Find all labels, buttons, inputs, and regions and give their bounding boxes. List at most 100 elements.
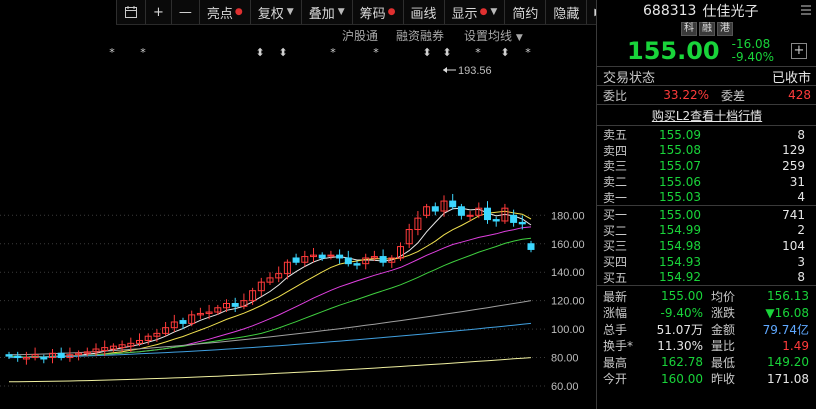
order-price: 155.03 <box>659 190 701 205</box>
zoom-out-button[interactable]: — <box>170 0 199 24</box>
trade-status-row: 交易状态 已收市 <box>597 67 816 86</box>
toolbar-adjust-button[interactable]: 复权 ▼ <box>249 0 301 24</box>
order-volume: 129 <box>782 143 805 158</box>
toolbar-label: 简约 <box>512 6 539 22</box>
stat-value: -9.40% <box>660 305 703 320</box>
weicha-label: 委差 <box>721 88 746 103</box>
stat-value: 155.00 <box>661 289 703 304</box>
order-row: 买四 154.93 3 <box>597 254 816 270</box>
toolbar-hide-button[interactable]: 隐藏 <box>545 0 586 24</box>
toolbar-label: 亮点 <box>206 6 233 22</box>
order-volume: 741 <box>782 207 805 222</box>
order-row: 卖四 155.08 129 <box>597 143 816 159</box>
stat-label: 最高 <box>603 355 628 370</box>
stat-row: 总手 51.07万 金额 79.74亿 <box>597 321 816 338</box>
tab-margin[interactable]: 融资融券 <box>396 27 444 44</box>
tab-hk-connect[interactable]: 沪股通 <box>342 27 378 44</box>
order-volume: 3 <box>797 254 805 269</box>
bid-list: 买一 155.00 741 买二 154.99 2 买三 154.98 104 买四 154.… <box>597 206 816 285</box>
event-marker[interactable]: * <box>330 46 336 59</box>
candle-body <box>292 257 300 263</box>
max-price-label: 193.56 <box>458 65 492 77</box>
ma-line <box>9 357 532 383</box>
stock-name: 仕佳光子 <box>702 4 759 20</box>
order-label: 卖五 <box>603 128 628 143</box>
toolbar-overlay-button[interactable]: 叠加 ▼ <box>300 0 352 24</box>
trade-status-value: 已收市 <box>771 70 811 86</box>
price-tick-label: 140.00 <box>551 267 585 279</box>
event-marker[interactable]: ⬍ <box>278 46 287 59</box>
l2-row: 购买L2查看十档行情 <box>597 105 816 125</box>
stat-row: 最新 155.00 均价 156.13 <box>597 288 816 305</box>
zoom-in-button[interactable]: + <box>145 0 171 24</box>
badge-margin: 融 <box>699 22 715 36</box>
event-marker[interactable]: * <box>140 46 146 59</box>
stat-value: 51.07万 <box>656 322 703 337</box>
badge-star-market: 科 <box>681 22 697 36</box>
order-price: 154.99 <box>659 223 701 238</box>
order-volume: 8 <box>797 270 805 285</box>
price-tick-label: 160.00 <box>551 239 585 251</box>
stock-menu-icon[interactable] <box>801 4 811 16</box>
caret-down-icon: ▼ <box>490 7 498 17</box>
price-change-block: -16.08 -9.40% <box>732 38 774 64</box>
tab-ma-settings-label: 设置均线 <box>464 29 513 43</box>
order-price: 154.98 <box>659 238 701 253</box>
event-markers: * * ⬍ ⬍ * * ⬍ ⬍ * ⬍ * <box>109 46 531 59</box>
toolbar-simple-button[interactable]: 简约 <box>504 0 545 24</box>
l2-upgrade-link[interactable]: 购买L2查看十档行情 <box>652 107 762 124</box>
order-row: 买五 154.92 8 <box>597 269 816 285</box>
toolbar-highlight-button[interactable]: 亮点 ● <box>198 0 250 24</box>
price-tick-label: 180.00 <box>551 210 585 222</box>
stat-label: 总手 <box>603 322 628 337</box>
toolbar-label: 隐藏 <box>553 6 580 22</box>
candlestick-chart[interactable]: * * ⬍ ⬍ * * ⬍ ⬍ * ⬍ * 180.00 160.00 140.00 120.00 100.… <box>0 44 596 409</box>
caret-down-icon: ▼ <box>286 7 294 17</box>
toolbar-chips-button[interactable]: 筹码 ● <box>351 0 403 24</box>
stat-label: 涨幅 <box>603 306 628 321</box>
stat-row: 今开 160.00 昨收 171.08 <box>597 370 816 387</box>
stat-label: 涨跌 <box>711 306 736 321</box>
toolbar-draw-button[interactable]: 画线 <box>402 0 444 24</box>
stat-row: 最高 162.78 最低 149.20 <box>597 354 816 371</box>
candle-body <box>179 320 187 324</box>
event-marker[interactable]: * <box>525 46 531 59</box>
candle-body <box>518 221 526 225</box>
toolbar-label: 复权 <box>257 6 284 22</box>
candle-body <box>353 263 361 266</box>
order-volume: 31 <box>789 174 805 189</box>
order-volume: 104 <box>782 238 805 253</box>
quote-panel: 688313 仕佳光子 科 融 港 155.00 -16.08 -9.40% +… <box>596 0 816 409</box>
stat-value: ▼16.08 <box>765 305 809 320</box>
order-ratio-row: 委比 33.22% 委差 428 <box>597 86 816 104</box>
tab-ma-settings[interactable]: 设置均线 ▼ <box>464 27 523 44</box>
order-label: 买五 <box>603 270 628 285</box>
candle-body <box>492 219 500 222</box>
ask-list: 卖五 155.09 8 卖四 155.08 129 卖三 155.07 259 卖二 155.… <box>597 126 816 205</box>
event-marker[interactable]: ⬍ <box>422 46 431 59</box>
add-watchlist-button[interactable]: + <box>791 43 807 59</box>
event-marker[interactable]: ⬍ <box>442 46 451 59</box>
stat-label: 今开 <box>603 372 628 387</box>
stat-label: 均价 <box>711 289 736 304</box>
chart-toolbar: + — 亮点● 复权▼ 叠加▼ 筹码● 画线 显示●▼ 简约 隐藏 ▶▶ <box>116 0 617 25</box>
stat-value: 1.49 <box>782 338 809 353</box>
candles <box>5 193 535 365</box>
kline-chart-area[interactable]: + — 亮点● 复权▼ 叠加▼ 筹码● 画线 显示●▼ 简约 隐藏 ▶▶ 沪股通… <box>0 0 617 409</box>
order-volume: 8 <box>797 127 805 142</box>
order-label: 买三 <box>603 239 628 254</box>
event-marker[interactable]: ⬍ <box>255 46 264 59</box>
event-marker[interactable]: * <box>109 46 115 59</box>
calendar-icon[interactable] <box>116 0 145 24</box>
order-label: 买四 <box>603 255 628 270</box>
candle-body <box>379 256 387 263</box>
order-volume: 4 <box>797 190 805 205</box>
event-marker[interactable]: ⬍ <box>500 46 509 59</box>
stat-label: 量比 <box>711 339 736 354</box>
toolbar-display-button[interactable]: 显示 ● ▼ <box>443 0 505 24</box>
event-marker[interactable]: * <box>373 46 379 59</box>
event-marker[interactable]: * <box>475 46 481 59</box>
price-axis-labels: 180.00 160.00 140.00 120.00 100.00 80.00 60.00 <box>551 210 585 393</box>
order-price: 155.00 <box>659 207 701 222</box>
stat-label: 换手* <box>603 339 634 354</box>
